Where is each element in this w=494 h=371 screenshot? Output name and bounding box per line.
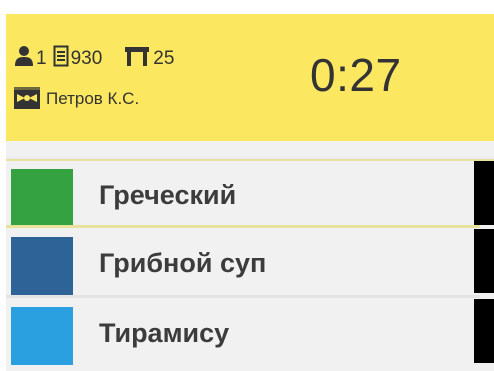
item-status-bar xyxy=(474,229,494,293)
order-header: 1 930 25 Петров К.С. 0:27 xyxy=(6,14,494,141)
item-divider xyxy=(6,225,480,228)
item-name: Тирамису xyxy=(99,318,230,348)
list-item[interactable]: Грибной суп xyxy=(6,229,494,295)
table-number: 25 xyxy=(153,48,175,69)
waiter-row: Петров К.С. xyxy=(14,83,139,115)
guest-count: 1 xyxy=(36,48,47,69)
table-icon xyxy=(124,45,150,73)
order-number: 930 xyxy=(70,48,103,69)
receipt-icon xyxy=(53,45,69,73)
order-meta-row: 1 930 25 xyxy=(14,40,174,78)
item-color-swatch xyxy=(11,169,73,227)
item-status-bar xyxy=(474,299,494,363)
waiter-bowtie-icon xyxy=(14,85,40,114)
item-name: Грибной суп xyxy=(99,248,267,278)
item-divider xyxy=(6,295,480,298)
list-item[interactable]: Греческий xyxy=(6,159,494,227)
item-color-swatch xyxy=(11,307,73,365)
item-name: Греческий xyxy=(99,180,237,210)
waiter-name: Петров К.С. xyxy=(46,89,140,108)
list-item[interactable]: Тирамису xyxy=(6,299,494,365)
item-color-swatch xyxy=(11,237,73,295)
order-timer: 0:27 xyxy=(310,49,402,101)
item-status-bar xyxy=(474,161,494,225)
person-icon xyxy=(14,45,34,73)
order-card[interactable]: 1 930 25 Петров К.С. 0:27 Греческий Гриб… xyxy=(6,14,494,371)
